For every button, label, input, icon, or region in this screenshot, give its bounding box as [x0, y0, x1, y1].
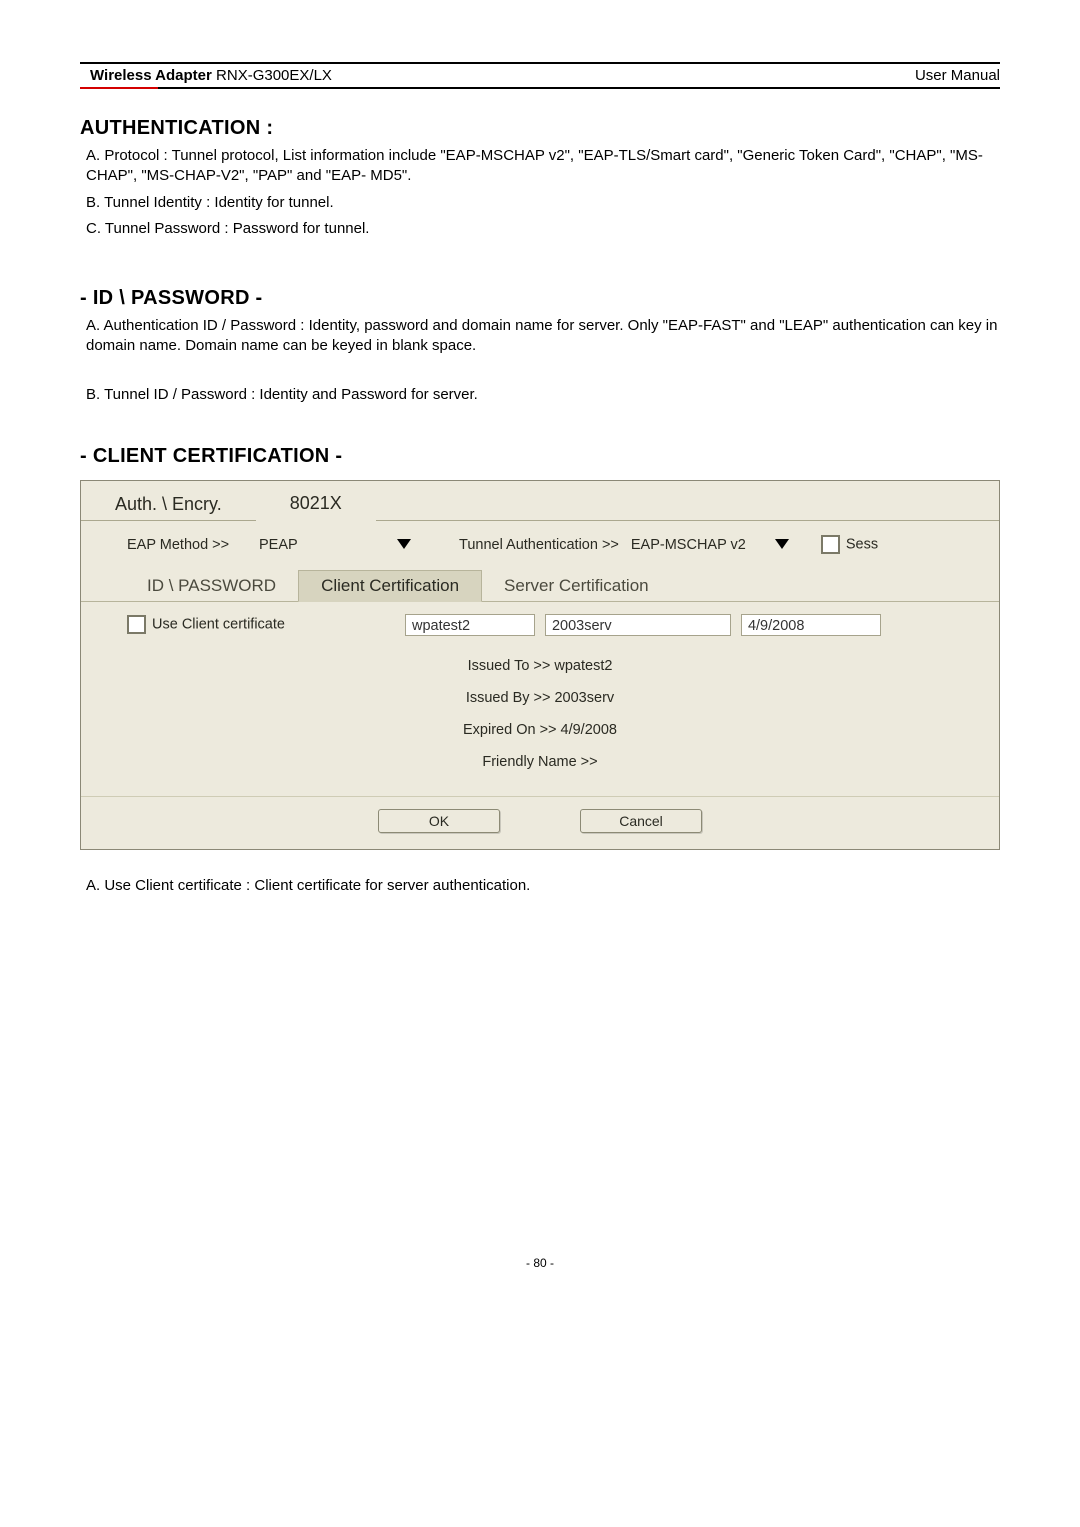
session-checkbox[interactable]	[821, 535, 840, 554]
cert-field-2[interactable]: 2003serv	[545, 614, 731, 636]
auth-item-b: B. Tunnel Identity : Identity for tunnel…	[86, 193, 1000, 213]
header-left: Wireless Adapter RNX-G300EX/LX	[90, 67, 332, 84]
session-checkbox-wrap[interactable]: Sess	[821, 535, 878, 554]
tunnel-auth-label: Tunnel Authentication >>	[459, 537, 619, 553]
cert-field-1[interactable]: wpatest2	[405, 614, 535, 636]
header-product-rest: RNX-G300EX/LX	[212, 67, 332, 84]
eap-method-label: EAP Method >>	[127, 537, 247, 553]
section-title-authentication: AUTHENTICATION :	[80, 117, 1000, 140]
cert-info-area: Issued To >> wpatest2 Issued By >> 2003s…	[81, 646, 999, 796]
client-cert-row: Use Client certificate wpatest2 2003serv…	[81, 602, 999, 646]
dialog-sub-tabs: ID \ PASSWORD Client Certification Serve…	[81, 569, 999, 602]
chevron-down-icon[interactable]	[775, 539, 789, 549]
cancel-button[interactable]: Cancel	[580, 809, 702, 833]
dialog-top-tabs: Auth. \ Encry. 8021X	[81, 481, 999, 521]
subtab-client-cert[interactable]: Client Certification	[298, 570, 482, 602]
section-title-client-cert: - CLIENT CERTIFICATION -	[80, 445, 1000, 468]
auth-item-c: C. Tunnel Password : Password for tunnel…	[86, 219, 1000, 239]
chevron-down-icon[interactable]	[397, 539, 411, 549]
idp-item-a: A. Authentication ID / Password : Identi…	[86, 316, 1000, 357]
header-right: User Manual	[915, 67, 1000, 84]
eap-row: EAP Method >> PEAP Tunnel Authentication…	[81, 521, 999, 569]
tunnel-auth-value[interactable]: EAP-MSCHAP v2	[631, 537, 761, 553]
cert-expired-on: Expired On >> 4/9/2008	[81, 714, 999, 746]
auth-item-a: A. Protocol : Tunnel protocol, List info…	[86, 146, 1000, 187]
ok-button[interactable]: OK	[378, 809, 500, 833]
subtab-server-cert[interactable]: Server Certification	[482, 571, 671, 601]
page-number: - 80 -	[80, 1256, 1000, 1270]
use-client-cert-checkbox[interactable]	[127, 615, 146, 634]
page-header: Wireless Adapter RNX-G300EX/LX User Manu…	[80, 62, 1000, 89]
use-client-cert-label: Use Client certificate	[152, 617, 285, 633]
header-product-bold: Wireless Adapter	[90, 67, 212, 84]
header-red-underline	[80, 87, 158, 89]
client-cert-note: A. Use Client certificate : Client certi…	[86, 876, 1000, 896]
auth-dialog: Auth. \ Encry. 8021X EAP Method >> PEAP …	[80, 480, 1000, 850]
cert-issued-to: Issued To >> wpatest2	[81, 650, 999, 682]
cert-friendly: Friendly Name >>	[81, 746, 999, 778]
dialog-button-row: OK Cancel	[81, 796, 999, 849]
section-title-id-password: - ID \ PASSWORD -	[80, 287, 1000, 310]
cert-field-3[interactable]: 4/9/2008	[741, 614, 881, 636]
cert-issued-by: Issued By >> 2003serv	[81, 682, 999, 714]
idp-item-b: B. Tunnel ID / Password : Identity and P…	[86, 385, 1000, 405]
tab-8021x[interactable]: 8021X	[256, 486, 376, 521]
tab-auth-encry[interactable]: Auth. \ Encry.	[81, 487, 256, 521]
subtab-id-password[interactable]: ID \ PASSWORD	[125, 571, 298, 601]
session-label: Sess	[846, 537, 878, 553]
eap-method-value[interactable]: PEAP	[255, 535, 383, 555]
use-client-cert-checkbox-wrap[interactable]: Use Client certificate	[127, 615, 285, 634]
